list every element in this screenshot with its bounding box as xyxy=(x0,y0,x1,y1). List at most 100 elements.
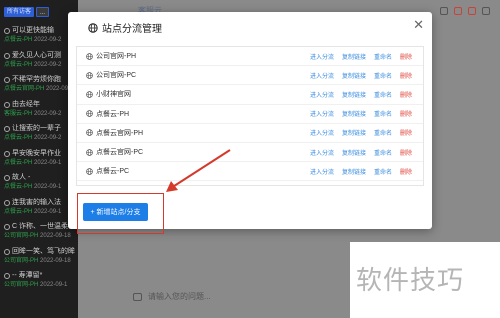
chat-list-item[interactable]: 让搜索的一辈子 点餐云-PH 2022-09-2 xyxy=(0,122,78,147)
modal-header: 站点分流管理 xyxy=(88,20,162,35)
chat-list-item[interactable]: 回眸一笑、笃飞的眸公司官网-PH 2022-09-18 xyxy=(0,245,78,270)
enter-routing-link[interactable]: 进入分流 xyxy=(310,90,334,99)
site-row: 点餐云-PC 进入分流 复制链接 重命名 删除 xyxy=(77,162,423,182)
chat-list-item[interactable]: C 诈称、一世温柔 公司官网-PH 2022-09-18 xyxy=(0,220,78,245)
chat-date: 2022-09-18 xyxy=(40,257,71,264)
chat-list-item[interactable]: 故人 - 点餐云-PH 2022-09-1 xyxy=(0,171,78,196)
tab-other[interactable]: ... xyxy=(36,7,50,17)
copy-link-button[interactable]: 复制链接 xyxy=(342,52,366,61)
enter-routing-link[interactable]: 进入分流 xyxy=(310,71,334,80)
video-icon[interactable] xyxy=(440,7,448,15)
chat-list-item[interactable]: 早安晚安早作业点餐云-PH 2022-09-1 xyxy=(0,147,78,172)
rename-button[interactable]: 重命名 xyxy=(374,71,392,80)
rename-button[interactable]: 重命名 xyxy=(374,90,392,99)
site-row: 点餐云官网-PC 进入分流 复制链接 重命名 删除 xyxy=(77,143,423,163)
visitor-avatar xyxy=(4,101,10,108)
rename-button[interactable]: 重命名 xyxy=(374,128,392,137)
site-row: 公司官网-PC 进入分流 复制链接 重命名 删除 xyxy=(77,66,423,86)
enter-routing-link[interactable]: 进入分流 xyxy=(310,148,334,157)
rename-button[interactable]: 重命名 xyxy=(374,109,392,118)
visitor-avatar xyxy=(4,52,10,59)
chat-title: 早安晚安早作业 xyxy=(12,149,61,157)
close-icon[interactable]: ✕ xyxy=(413,18,424,32)
site-name: 点餐云官网-PC xyxy=(96,149,144,157)
transfer-icon[interactable] xyxy=(454,7,462,15)
visitor-avatar xyxy=(4,273,10,279)
image-icon[interactable] xyxy=(133,292,142,301)
chat-title: 让搜索的一辈子 xyxy=(12,125,61,132)
delete-button[interactable]: 删除 xyxy=(400,52,412,61)
visitor-avatar xyxy=(4,150,10,157)
chat-title: 可以更快能输 xyxy=(12,27,54,34)
visitor-avatar xyxy=(4,175,10,181)
annotation-highlight-box xyxy=(77,193,164,234)
chat-date: 2022-09-1 xyxy=(34,184,62,190)
chat-date: 2022-09- xyxy=(46,86,71,92)
rename-button[interactable]: 重命名 xyxy=(374,148,392,157)
site-list: 公司官网-PH 进入分流 复制链接 重命名 删除 公司官网-PC 进入分流 复制链接 重命名 删除… xyxy=(76,46,424,186)
site-name: 点餐云官网-PH xyxy=(96,129,144,137)
site-row: 客服云官网进入分流复制链接重命名删除 xyxy=(77,181,423,186)
chat-date: 2022-09-2 xyxy=(34,110,62,117)
copy-link-button[interactable]: 复制链接 xyxy=(342,109,366,118)
chat-title: 不稀罕劳烦你跑 xyxy=(12,76,61,83)
copy-link-button[interactable]: 复制链接 xyxy=(342,128,366,137)
site-name: 客服云官网 xyxy=(96,185,131,186)
visitor-avatar xyxy=(4,248,10,255)
enter-routing-link[interactable]: 进入分流 xyxy=(310,128,334,137)
enter-routing-link[interactable]: 进入分流 xyxy=(310,109,334,118)
enter-routing-link[interactable]: 进入分流 xyxy=(310,167,334,176)
delete-button[interactable]: 删除 xyxy=(400,148,412,157)
chat-date: 2022-09-1 xyxy=(40,282,68,288)
header-toolbar xyxy=(440,7,490,15)
chat-list-item[interactable]: 不稀罕劳烦你跑 点餐云官网-PH 2022-09- xyxy=(0,73,78,98)
delete-button[interactable]: 删除 xyxy=(400,167,412,176)
rename-button[interactable]: 重命名 xyxy=(374,52,392,61)
copy-link-button[interactable]: 复制链接 xyxy=(342,71,366,80)
chat-list-item[interactable]: 可以更快能输 点餐云-PH 2022-09-2 xyxy=(0,24,78,49)
chat-title: 连我害的输入法 xyxy=(12,198,61,206)
message-input-placeholder[interactable]: 请输入您的问题... xyxy=(148,291,211,302)
globe-icon xyxy=(86,129,93,137)
chat-source: 公司官网-PH xyxy=(4,257,39,264)
chat-list-item[interactable]: 由去经年 客服云-PH 2022-09-2 xyxy=(0,98,78,123)
delete-button[interactable]: 删除 xyxy=(400,90,412,99)
tab-all-visitors[interactable]: 所有访客 xyxy=(4,7,35,17)
delete-button[interactable]: 删除 xyxy=(400,71,412,80)
visitor-avatar xyxy=(4,77,10,83)
visitor-avatar xyxy=(4,224,10,230)
chat-date: 2022-09-1 xyxy=(34,208,62,215)
chat-source: 点餐云-PH xyxy=(4,159,33,166)
site-row: 点餐云-PH 进入分流 复制链接 重命名 删除 xyxy=(77,105,423,124)
rename-button[interactable]: 重命名 xyxy=(374,167,392,176)
enter-routing-link[interactable]: 进入分流 xyxy=(310,52,334,61)
chat-source: 公司官网-PH xyxy=(4,233,39,239)
chat-source: 点餐云-PH xyxy=(4,208,33,215)
delete-button[interactable]: 删除 xyxy=(400,109,412,118)
chat-list-item[interactable]: 爱久见人心可测 点餐云-PH 2022-09-2 xyxy=(0,49,78,74)
end-chat-icon[interactable] xyxy=(468,7,476,15)
copy-link-button[interactable]: 复制链接 xyxy=(342,167,366,176)
chat-title: 回眸一笑、笃飞的眸 xyxy=(12,247,75,255)
chat-list-item[interactable]: -- 寿潭留* 公司官网-PH 2022-09-1 xyxy=(0,269,78,294)
site-name: 公司官网-PH xyxy=(96,53,137,61)
chat-title: C 诈称、一世温柔 xyxy=(12,223,68,230)
modal-title: 站点分流管理 xyxy=(102,24,162,35)
more-icon[interactable] xyxy=(482,7,490,15)
chat-list: 可以更快能输 点餐云-PH 2022-09-2 爱久见人心可测 点餐云-PH 2022… xyxy=(0,24,78,294)
visitor-avatar xyxy=(4,126,10,132)
message-input-bar[interactable]: 请输入您的问题... xyxy=(133,291,211,302)
chat-title: 爱久见人心可测 xyxy=(12,51,61,59)
delete-button[interactable]: 删除 xyxy=(400,128,412,137)
site-row: 点餐云官网-PH 进入分流 复制链接 重命名 删除 xyxy=(77,124,423,143)
site-name: 公司官网-PC xyxy=(96,72,137,80)
globe-icon xyxy=(86,148,93,156)
sidebar-tabs: 所有访客 ... xyxy=(0,0,78,24)
chat-source: 点餐云-PH xyxy=(4,61,33,68)
chat-list-item[interactable]: 连我害的输入法点餐云-PH 2022-09-1 xyxy=(0,196,78,221)
chat-date: 2022-09-1 xyxy=(34,159,62,166)
site-name: 点餐云-PH xyxy=(96,110,130,118)
site-row: 公司官网-PH 进入分流 复制链接 重命名 删除 xyxy=(77,47,423,67)
copy-link-button[interactable]: 复制链接 xyxy=(342,148,366,157)
copy-link-button[interactable]: 复制链接 xyxy=(342,90,366,99)
